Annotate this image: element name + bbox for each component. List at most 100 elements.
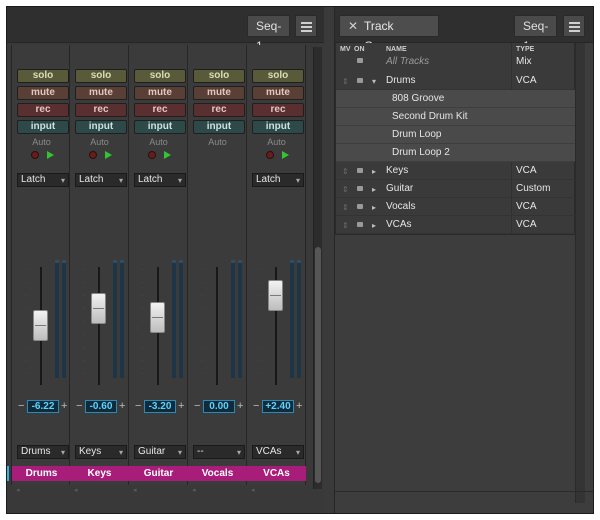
volume-value[interactable]: -6.22 bbox=[27, 400, 59, 413]
record-dot-icon[interactable] bbox=[148, 151, 156, 159]
solo-button[interactable]: solo bbox=[252, 69, 304, 83]
volume-decrement-button[interactable]: − bbox=[135, 401, 141, 412]
group-row[interactable]: ⇕ ▸ VCAs VCA bbox=[336, 216, 576, 234]
move-handle-icon[interactable]: ⇕ bbox=[342, 167, 349, 176]
output-select[interactable]: -- ▾ bbox=[193, 445, 245, 459]
all-tracks-row[interactable]: All Tracks Mix bbox=[336, 54, 576, 72]
play-icon[interactable] bbox=[47, 151, 54, 159]
close-icon[interactable]: ✕ bbox=[348, 16, 358, 36]
fader-track[interactable] bbox=[216, 267, 218, 385]
track-name-plate[interactable]: Guitar bbox=[129, 466, 188, 481]
strip-options-icon[interactable]: ◂ bbox=[16, 486, 23, 494]
solo-button[interactable]: solo bbox=[193, 69, 245, 83]
disclosure-triangle-icon[interactable]: ▸ bbox=[372, 203, 376, 212]
automation-mode-select[interactable]: Latch ▾ bbox=[134, 173, 186, 187]
record-enable-button[interactable]: rec bbox=[193, 103, 245, 117]
on-toggle-icon[interactable] bbox=[357, 204, 363, 209]
volume-value[interactable]: 0.00 bbox=[203, 400, 235, 413]
volume-decrement-button[interactable]: − bbox=[194, 401, 200, 412]
record-dot-icon[interactable] bbox=[266, 151, 274, 159]
play-icon[interactable] bbox=[164, 151, 171, 159]
solo-button[interactable]: solo bbox=[75, 69, 127, 83]
strip-options-icon[interactable]: ◂ bbox=[74, 486, 81, 494]
on-toggle-icon[interactable] bbox=[357, 58, 363, 63]
on-toggle-icon[interactable] bbox=[357, 168, 363, 173]
volume-value[interactable]: -0.60 bbox=[85, 400, 117, 413]
record-enable-button[interactable]: rec bbox=[17, 103, 69, 117]
fader-track[interactable] bbox=[98, 267, 100, 385]
track-name-plate[interactable]: Vocals bbox=[188, 466, 247, 481]
on-toggle-icon[interactable] bbox=[357, 78, 363, 83]
output-select[interactable]: VCAs ▾ bbox=[252, 445, 304, 459]
groups-vertical-scrollbar[interactable] bbox=[575, 43, 585, 503]
volume-increment-button[interactable]: + bbox=[61, 401, 67, 412]
group-row[interactable]: ⇕ ▸ Keys VCA bbox=[336, 162, 576, 180]
strip-options-icon[interactable]: ◂ bbox=[251, 486, 258, 494]
mute-button[interactable]: mute bbox=[75, 86, 127, 100]
volume-fader-handle[interactable] bbox=[91, 293, 106, 324]
volume-increment-button[interactable]: + bbox=[296, 401, 302, 412]
mute-button[interactable]: mute bbox=[17, 86, 69, 100]
strip-options-icon[interactable]: ◂ bbox=[133, 486, 140, 494]
volume-increment-button[interactable]: + bbox=[178, 401, 184, 412]
solo-button[interactable]: solo bbox=[134, 69, 186, 83]
volume-fader-handle[interactable] bbox=[33, 310, 48, 341]
mixer-sequence-selector[interactable]: Seq-1▾ bbox=[247, 15, 290, 53]
output-select[interactable]: Guitar ▾ bbox=[134, 445, 186, 459]
move-handle-icon[interactable]: ⇕ bbox=[342, 203, 349, 212]
column-header-on[interactable]: ON bbox=[354, 46, 365, 53]
record-dot-icon[interactable] bbox=[31, 151, 39, 159]
input-monitor-button[interactable]: input bbox=[193, 120, 245, 134]
move-handle-icon[interactable]: ⇕ bbox=[342, 77, 349, 86]
track-name-plate[interactable]: Drums bbox=[12, 466, 71, 481]
disclosure-triangle-icon[interactable]: ▸ bbox=[372, 221, 376, 230]
move-handle-icon[interactable]: ⇕ bbox=[342, 221, 349, 230]
disclosure-triangle-icon[interactable]: ▸ bbox=[372, 185, 376, 194]
input-monitor-button[interactable]: input bbox=[75, 120, 127, 134]
volume-value[interactable]: -3.20 bbox=[144, 400, 176, 413]
column-header-mv[interactable]: MV bbox=[340, 46, 351, 53]
groups-menu-button[interactable] bbox=[563, 15, 585, 37]
input-monitor-button[interactable]: input bbox=[252, 120, 304, 134]
group-member-row[interactable]: Second Drum Kit bbox=[336, 108, 576, 126]
mixer-scroll-thumb[interactable] bbox=[315, 247, 321, 483]
input-monitor-button[interactable]: input bbox=[17, 120, 69, 134]
volume-value[interactable]: +2.40 bbox=[262, 400, 294, 413]
play-icon[interactable] bbox=[105, 151, 112, 159]
disclosure-triangle-icon[interactable]: ▾ bbox=[372, 77, 376, 86]
record-enable-button[interactable]: rec bbox=[75, 103, 127, 117]
volume-decrement-button[interactable]: − bbox=[253, 401, 259, 412]
record-enable-button[interactable]: rec bbox=[134, 103, 186, 117]
group-member-row[interactable]: Drum Loop bbox=[336, 126, 576, 144]
on-toggle-icon[interactable] bbox=[357, 222, 363, 227]
strip-options-icon[interactable]: ◂ bbox=[192, 486, 199, 494]
mute-button[interactable]: mute bbox=[193, 86, 245, 100]
track-name-plate[interactable]: Keys bbox=[70, 466, 129, 481]
disclosure-triangle-icon[interactable]: ▸ bbox=[372, 167, 376, 176]
groups-sequence-selector[interactable]: Seq-1▾ bbox=[514, 15, 557, 53]
record-enable-button[interactable]: rec bbox=[252, 103, 304, 117]
track-groups-tab[interactable]: ✕ Track Groups▾ bbox=[339, 15, 439, 53]
mute-button[interactable]: mute bbox=[252, 86, 304, 100]
solo-button[interactable]: solo bbox=[17, 69, 69, 83]
column-header-type[interactable]: TYPE bbox=[516, 46, 534, 53]
mute-button[interactable]: mute bbox=[134, 86, 186, 100]
move-handle-icon[interactable]: ⇕ bbox=[342, 185, 349, 194]
play-icon[interactable] bbox=[282, 151, 289, 159]
mixer-menu-button[interactable] bbox=[295, 15, 317, 37]
output-select[interactable]: Keys ▾ bbox=[75, 445, 127, 459]
group-row[interactable]: ⇕ ▸ Guitar Custom bbox=[336, 180, 576, 198]
volume-fader-handle[interactable] bbox=[150, 302, 165, 333]
group-member-row[interactable]: Drum Loop 2 bbox=[336, 144, 576, 162]
volume-decrement-button[interactable]: − bbox=[18, 401, 24, 412]
volume-fader-handle[interactable] bbox=[268, 280, 283, 311]
record-dot-icon[interactable] bbox=[89, 151, 97, 159]
volume-decrement-button[interactable]: − bbox=[76, 401, 82, 412]
column-header-name[interactable]: NAME bbox=[386, 46, 407, 53]
automation-mode-select[interactable]: Latch ▾ bbox=[17, 173, 69, 187]
mixer-vertical-scrollbar[interactable] bbox=[313, 47, 322, 489]
on-toggle-icon[interactable] bbox=[357, 186, 363, 191]
track-name-plate[interactable]: VCAs bbox=[247, 466, 306, 481]
group-row[interactable]: ⇕ ▸ Vocals VCA bbox=[336, 198, 576, 216]
output-select[interactable]: Drums ▾ bbox=[17, 445, 69, 459]
